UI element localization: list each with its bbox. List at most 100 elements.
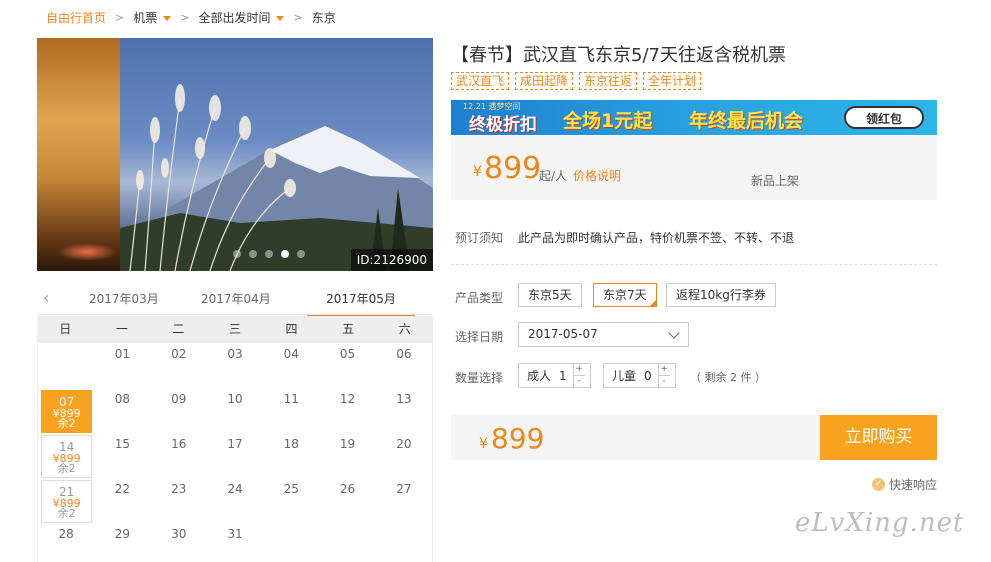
calendar-day: 05	[319, 343, 375, 388]
day-number: 25	[283, 482, 299, 496]
previous-image-preview[interactable]	[37, 38, 120, 271]
adult-quantity-stepper[interactable]: 成人 1 + -	[518, 363, 591, 388]
calendar-day: 17	[207, 433, 263, 478]
product-tag: 东京往返	[579, 72, 638, 90]
calendar-day	[38, 343, 94, 388]
date-select[interactable]: 2017-05-07	[518, 322, 689, 347]
weekday-label: 二	[172, 322, 185, 336]
calendar-day-available[interactable]: 14 ¥899 余2	[41, 435, 93, 478]
banner-headline: 终极折扣	[469, 115, 537, 135]
chevron-left-icon[interactable]: ‹	[43, 288, 49, 307]
calendar-day-available[interactable]: 21 ¥899 余2	[41, 480, 93, 523]
option-tokyo-5-days[interactable]: 东京5天	[518, 283, 582, 307]
calendar-day: 22	[94, 478, 150, 523]
calendar-day: 27	[376, 478, 432, 523]
gallery-dot[interactable]	[297, 250, 305, 258]
child-quantity-stepper[interactable]: 儿童 0 + -	[603, 363, 676, 388]
calendar-day: 04	[263, 343, 319, 388]
option-return-luggage-voucher[interactable]: 返程10kg行李券	[666, 283, 776, 307]
calendar-day: 16	[151, 433, 207, 478]
calendar-day: 23	[151, 478, 207, 523]
day-number: 17	[227, 437, 243, 451]
date-select-value: 2017-05-07	[528, 327, 598, 341]
day-number: 13	[396, 392, 412, 406]
price-explain-link[interactable]: 价格说明	[573, 167, 621, 184]
tab-month-march[interactable]: 2017年03月	[89, 290, 159, 307]
weekday-label: 四	[285, 322, 298, 336]
day-number: 08	[114, 392, 131, 406]
weekday-label: 五	[342, 322, 355, 336]
calendar-day: 10	[207, 388, 263, 433]
weekday-label: 一	[115, 322, 128, 336]
day-number: 05	[339, 347, 356, 361]
currency-symbol: ¥	[473, 164, 482, 180]
increment-button[interactable]: +	[659, 364, 670, 375]
banner-offer: 全场1元起	[563, 110, 653, 132]
day-number: 22	[114, 482, 131, 496]
day-number: 30	[171, 527, 187, 541]
tab-month-may[interactable]: 2017年05月	[307, 290, 415, 317]
calendar-day: 30	[151, 523, 207, 562]
quantity-label: 数量选择	[455, 371, 504, 385]
gallery-dot[interactable]	[233, 250, 241, 258]
buy-now-button[interactable]: 立即购买	[820, 415, 937, 460]
child-quantity-value[interactable]: 0	[636, 369, 658, 383]
day-number: 11	[283, 392, 299, 406]
calendar-day: 26	[319, 478, 375, 523]
calendar-day-available[interactable]: 07 ¥899 余2	[41, 390, 93, 433]
product-tag: 全年计划	[643, 72, 702, 90]
claim-red-packet-button[interactable]: 领红包	[844, 106, 924, 129]
calendar-day: 02	[151, 343, 207, 388]
product-title: 【春节】武汉直飞东京5/7天往返含税机票	[451, 45, 786, 66]
day-remaining: 余2	[57, 507, 76, 520]
caret-down-icon	[163, 15, 172, 21]
day-number: 29	[114, 527, 131, 541]
product-tag: 武汉直飞	[451, 72, 510, 90]
check-icon: ✓	[872, 478, 885, 491]
currency-symbol: ¥	[479, 436, 488, 452]
day-number: 20	[396, 437, 412, 451]
day-number: 15	[114, 437, 131, 451]
calendar-day: 28	[38, 523, 94, 562]
product-type-label: 产品类型	[455, 291, 504, 305]
calendar-weekday-header: 日 一 二 三 四 五 六	[37, 316, 433, 343]
calendar-day: 11	[263, 388, 319, 433]
day-number: 28	[58, 527, 74, 541]
breadcrumb-item-flight[interactable]: 机票	[133, 9, 172, 26]
day-number: 03	[227, 347, 243, 361]
new-product-badge: 新品上架	[751, 174, 800, 188]
adult-quantity-value[interactable]: 1	[551, 369, 573, 383]
day-number: 18	[283, 437, 299, 451]
day-number: 16	[171, 437, 187, 451]
remaining-stock: （ 剩余 2 件 ）	[690, 371, 766, 384]
product-id-label: ID:2126900	[350, 249, 433, 271]
promo-banner[interactable]: 12.21 遇梦空间 终极折扣 全场1元起 年终最后机会 领红包	[451, 100, 937, 135]
calendar-day: 06	[376, 343, 432, 388]
calendar-day: 20	[376, 433, 432, 478]
tab-month-april[interactable]: 2017年04月	[201, 290, 271, 307]
option-tokyo-7-days[interactable]: 东京7天	[593, 283, 657, 307]
breadcrumb-item-departure-time[interactable]: 全部出发时间	[198, 9, 285, 26]
price-unit: 起/人	[539, 169, 568, 183]
gallery-dot-active[interactable]	[281, 250, 289, 258]
decrement-button[interactable]: -	[573, 375, 585, 387]
weekday-label: 六	[398, 322, 411, 336]
total-price: 899	[491, 422, 545, 455]
day-number: 04	[283, 347, 299, 361]
calendar-day: 12	[319, 388, 375, 433]
calendar-day: 15	[94, 433, 150, 478]
product-image-gallery[interactable]: ID:2126900	[37, 38, 433, 271]
gallery-dot[interactable]	[265, 250, 273, 258]
caret-down-icon	[276, 15, 285, 21]
breadcrumb: 自由行首页 > 机票 > 全部出发时间 > 东京	[46, 8, 336, 26]
breadcrumb-home-link[interactable]: 自由行首页	[46, 9, 106, 26]
day-number: 23	[171, 482, 187, 496]
gallery-dot[interactable]	[249, 250, 257, 258]
decrement-button[interactable]: -	[658, 375, 670, 387]
increment-button[interactable]: +	[574, 364, 585, 375]
product-tag: 成田起降	[515, 72, 574, 90]
calendar-day: 31	[207, 523, 263, 562]
calendar-day: 29	[94, 523, 150, 562]
calendar-day: 13	[376, 388, 432, 433]
calendar-day: 25	[263, 478, 319, 523]
